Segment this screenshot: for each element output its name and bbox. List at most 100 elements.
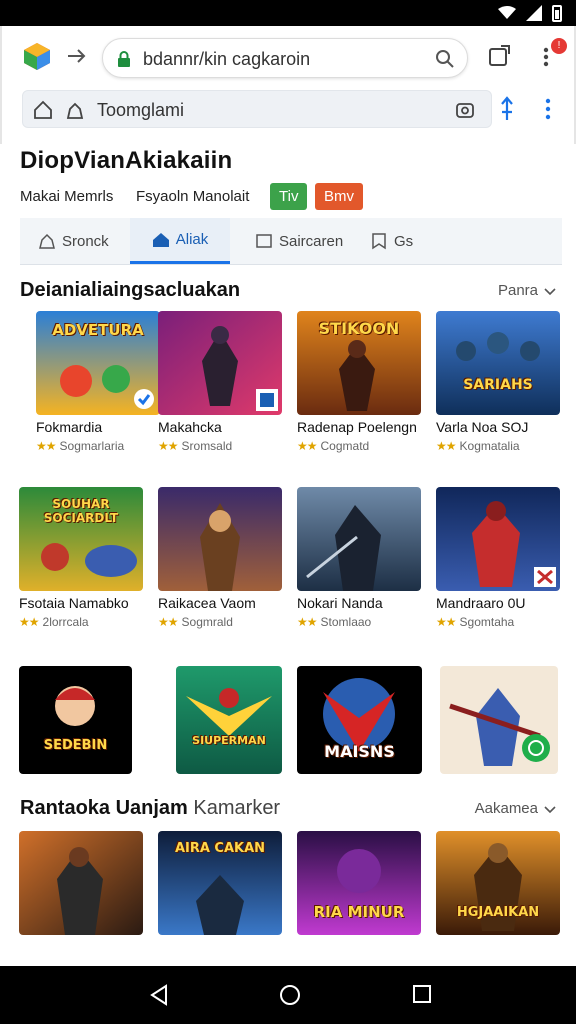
game-card[interactable]: STIKOON Radenap Poelengn ★★ Cogmatd <box>297 311 423 453</box>
game-thumbnail[interactable] <box>19 831 143 935</box>
status-icons <box>498 4 562 22</box>
game-card[interactable]: SEDEBIN <box>19 666 145 774</box>
game-title[interactable]: Raikacea Vaom <box>158 595 256 611</box>
game-art-image <box>176 666 282 774</box>
game-rating-text: Sromsald <box>181 439 233 453</box>
page-title: DiopVianAkiakaiin <box>20 147 233 174</box>
game-card[interactable]: AIRA CAKAN <box>158 831 284 935</box>
share-icon[interactable] <box>499 96 515 122</box>
home-circle-icon[interactable] <box>278 983 302 1007</box>
game-logo-text: MAISNS <box>324 742 395 761</box>
game-thumbnail[interactable] <box>297 487 421 591</box>
game-title[interactable]: Fsotaia Namabko <box>19 595 129 611</box>
game-thumbnail[interactable]: MAISNS <box>297 666 422 774</box>
tab-gs[interactable]: Gs <box>370 218 413 264</box>
star-rating-icon: ★★ <box>297 615 317 629</box>
game-logo-text: RIA MINUR <box>313 903 405 921</box>
chevron-down-icon <box>544 805 556 813</box>
person-icon[interactable] <box>65 100 85 120</box>
url-text[interactable]: bdannr/kin cagkaroin <box>143 49 310 70</box>
game-thumbnail[interactable]: STIKOON <box>297 311 421 415</box>
tab-strip: Sronck Aliak Saircaren Gs <box>20 218 562 265</box>
game-card[interactable]: ADVETURA Fokmardia ★★ Sogmarlaria <box>36 311 162 453</box>
game-thumbnail[interactable]: AIRA CAKAN <box>158 831 282 935</box>
more-menu-icon[interactable] <box>542 96 554 122</box>
game-thumbnail[interactable] <box>158 487 282 591</box>
game-card[interactable]: Mandraaro 0U ★★ Sgomtaha <box>436 487 562 629</box>
game-card[interactable]: SIUPERMAN <box>176 666 302 774</box>
app-logo-icon[interactable] <box>22 41 52 71</box>
recent-apps-icon[interactable] <box>412 984 432 1004</box>
section-title-bold: Rantaoka Uanjam <box>20 797 188 819</box>
game-thumbnail[interactable] <box>158 311 282 415</box>
game-rating-text: Sogmrald <box>181 615 233 629</box>
lock-icon <box>118 51 130 67</box>
signal-icon <box>526 5 542 21</box>
game-thumbnail[interactable]: SEDEBIN <box>19 666 132 774</box>
game-title[interactable]: Varla Noa SOJ <box>436 419 528 435</box>
game-thumbnail[interactable]: SIUPERMAN <box>176 666 282 774</box>
game-art-image <box>19 831 143 935</box>
game-title[interactable]: Radenap Poelengn <box>297 419 417 435</box>
battery-icon <box>552 4 562 22</box>
tab-sronck[interactable]: Sronck <box>38 218 109 264</box>
game-card[interactable]: Makahcka ★★ Sromsald <box>158 311 284 453</box>
meta-left[interactable]: Makai Memrls <box>20 188 113 205</box>
star-rating-icon: ★★ <box>297 439 317 453</box>
camera-icon[interactable] <box>455 100 475 120</box>
game-thumbnail[interactable]: HGJAAIKAN <box>436 831 560 935</box>
game-card[interactable] <box>440 666 566 774</box>
notification-badge: ! <box>551 38 567 54</box>
tab-label: Gs <box>394 232 414 250</box>
game-thumbnail[interactable]: SOUHAR SOCIARDLT <box>19 487 143 591</box>
meta-right[interactable]: Fsyaoln Manolait <box>136 188 249 205</box>
game-card[interactable]: SARIAHS Varla Noa SOJ ★★ Kogmatalia <box>436 311 562 453</box>
forward-arrow-icon[interactable] <box>65 44 89 68</box>
game-title[interactable]: Makahcka <box>158 419 222 435</box>
game-card[interactable]: Raikacea Vaom ★★ Sogmrald <box>158 487 284 629</box>
game-thumbnail[interactable] <box>436 487 560 591</box>
game-logo-text: SIUPERMAN <box>192 734 266 747</box>
game-rating: ★★ Sgomtaha <box>436 615 514 629</box>
game-thumbnail[interactable]: SARIAHS <box>436 311 560 415</box>
game-card[interactable]: Nokari Nanda ★★ Stomlaao <box>297 487 423 629</box>
game-card[interactable] <box>19 831 145 935</box>
game-art-image <box>436 311 560 415</box>
game-thumbnail[interactable] <box>440 666 558 774</box>
secondary-bar[interactable]: Toomglami <box>22 90 492 128</box>
game-title[interactable]: Mandraaro 0U <box>436 595 526 611</box>
game-rating: ★★ Kogmatalia <box>436 439 520 453</box>
game-rating: ★★ Sromsald <box>158 439 232 453</box>
section-title: Rantaoka Uanjam Kamarker <box>20 797 280 820</box>
home-icon[interactable] <box>33 100 53 120</box>
game-card[interactable]: HGJAAIKAN <box>436 831 562 935</box>
section-title: Deianialiaingsacluakan <box>20 279 241 301</box>
tabs-icon[interactable] <box>487 44 511 68</box>
game-title[interactable]: Fokmardia <box>36 419 102 435</box>
person-outline-icon <box>39 233 55 249</box>
section-more-link[interactable]: Panra <box>498 282 556 299</box>
game-thumbnail[interactable]: RIA MINUR <box>297 831 421 935</box>
tab-label: Aliak <box>175 231 209 248</box>
tab-aliak[interactable]: Aliak <box>130 218 230 264</box>
section-title-light: Kamarker <box>193 797 281 819</box>
secondary-bar-text[interactable]: Toomglami <box>97 100 184 121</box>
game-card[interactable]: MAISNS <box>297 666 423 774</box>
section-header: Deianialiaingsacluakan Panra <box>20 279 556 305</box>
star-rating-icon: ★★ <box>158 439 178 453</box>
orange-badge-button[interactable]: Bmv <box>315 183 363 210</box>
game-card[interactable]: RIA MINUR <box>297 831 423 935</box>
green-badge-button[interactable]: Tiv <box>270 183 308 210</box>
tab-saircaren[interactable]: Saircaren <box>255 218 343 264</box>
game-thumbnail[interactable]: ADVETURA <box>36 311 160 415</box>
game-card[interactable]: SOUHAR SOCIARDLT Fsotaia Namabko ★★ 2lorr… <box>19 487 145 629</box>
section-header: Rantaoka Uanjam Kamarker Aakamea <box>20 797 556 823</box>
game-rating: ★★ Stomlaao <box>297 615 371 629</box>
search-icon[interactable] <box>435 49 455 69</box>
game-art-image <box>436 487 560 591</box>
section-more-link[interactable]: Aakamea <box>475 800 556 817</box>
url-bar[interactable]: bdannr/kin cagkaroin <box>102 38 468 78</box>
game-title[interactable]: Nokari Nanda <box>297 595 383 611</box>
back-icon[interactable] <box>148 983 170 1007</box>
window-icon <box>256 234 272 248</box>
